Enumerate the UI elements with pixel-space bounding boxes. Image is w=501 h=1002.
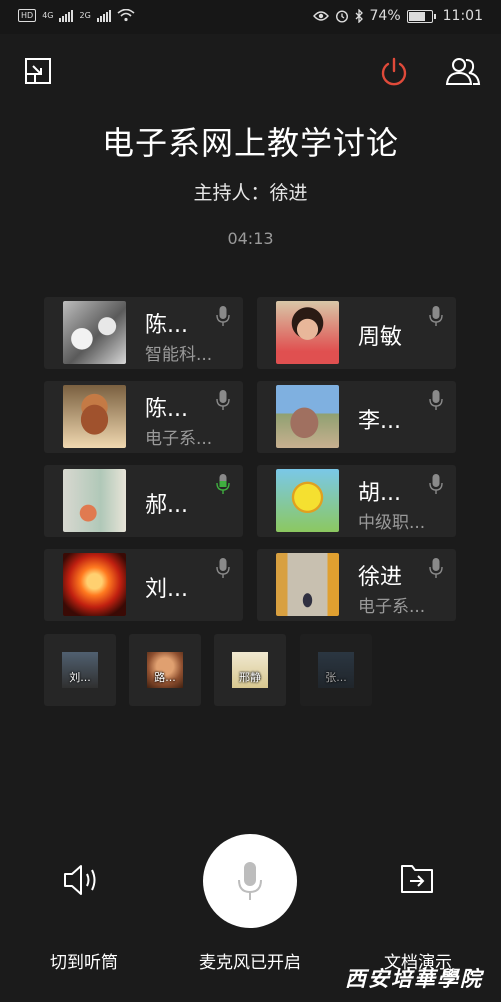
battery-icon [406,9,436,23]
microphone-icon [429,306,443,326]
avatar [63,385,126,448]
bluetooth-icon [355,9,363,23]
small-participant-tile[interactable]: 路... [129,634,201,706]
microphone-icon [216,390,230,410]
small-participant-tile[interactable]: 刘... [44,634,116,706]
signal-label-2: 2G [79,11,91,20]
avatar [276,553,339,616]
participant-name: 刘... [145,577,188,602]
participant-card[interactable]: 刘... [44,549,243,621]
participant-card[interactable]: 郝... [44,465,243,537]
battery-percent: 74% [369,8,401,24]
microphone-icon [238,862,262,900]
microphone-icon [429,474,443,494]
microphone-icon [216,306,230,326]
signal-icon [59,9,74,22]
clock: 11:01 [442,8,483,24]
participant-name: 胡... [358,481,401,506]
participant-name: 李... [358,409,401,434]
power-icon[interactable] [379,56,409,88]
hd-badge: HD [18,9,37,22]
microphone-icon-active [216,474,230,494]
microphone-icon [216,558,230,578]
microphone-icon [429,390,443,410]
participant-name: 徐进 [358,565,403,590]
share-document-icon[interactable] [400,862,434,894]
participant-org: 中级职... [358,513,426,533]
participant-card[interactable]: 陈... 电子系... [44,381,243,453]
participant-name: 郝... [145,493,188,518]
participant-card[interactable]: 胡... 中级职... [257,465,456,537]
participant-org: 电子系... [358,597,426,617]
participant-name: 陈... [145,313,188,338]
eye-icon [312,11,329,21]
microphone-label: 麦克风已开启 [199,953,301,973]
signal-label-1: 4G [42,11,54,20]
participant-label: 张... [325,671,347,684]
signal-icon-2 [96,9,111,22]
microphone-toggle-button[interactable] [203,834,297,928]
participant-card[interactable]: 徐进 电子系... [257,549,456,621]
small-participant-tile[interactable]: 邢静 [214,634,286,706]
participant-name: 陈... [145,397,188,422]
wifi-icon [117,9,135,22]
participant-label: 邢静 [239,671,261,684]
host-line: 主持人：徐进 [193,182,308,204]
participant-name: 周敏 [358,325,403,350]
minimize-icon[interactable] [24,57,52,85]
avatar [276,469,339,532]
participant-card[interactable]: 李... [257,381,456,453]
speaker-icon[interactable] [62,862,104,898]
alarm-icon [335,10,348,23]
members-icon[interactable] [444,56,482,86]
participant-label: 刘... [69,671,91,684]
participant-card[interactable]: 陈... 智能科... [44,297,243,369]
small-participant-tile[interactable]: 张... [300,634,372,706]
avatar [63,553,126,616]
meeting-title: 电子系网上教学讨论 [101,124,399,162]
call-timer: 04:13 [227,229,274,248]
participant-org: 智能科... [145,345,213,365]
status-bar: HD 4G 2G 74% 11:01 [0,0,501,34]
microphone-icon [429,558,443,578]
speaker-label[interactable]: 切到听筒 [36,948,132,973]
watermark: 西安培華學院 [345,966,483,991]
participant-label: 路... [154,671,176,684]
avatar [63,469,126,532]
avatar [276,385,339,448]
avatar [63,301,126,364]
avatar [276,301,339,364]
participant-org: 电子系... [145,429,213,449]
participant-card[interactable]: 周敏 [257,297,456,369]
